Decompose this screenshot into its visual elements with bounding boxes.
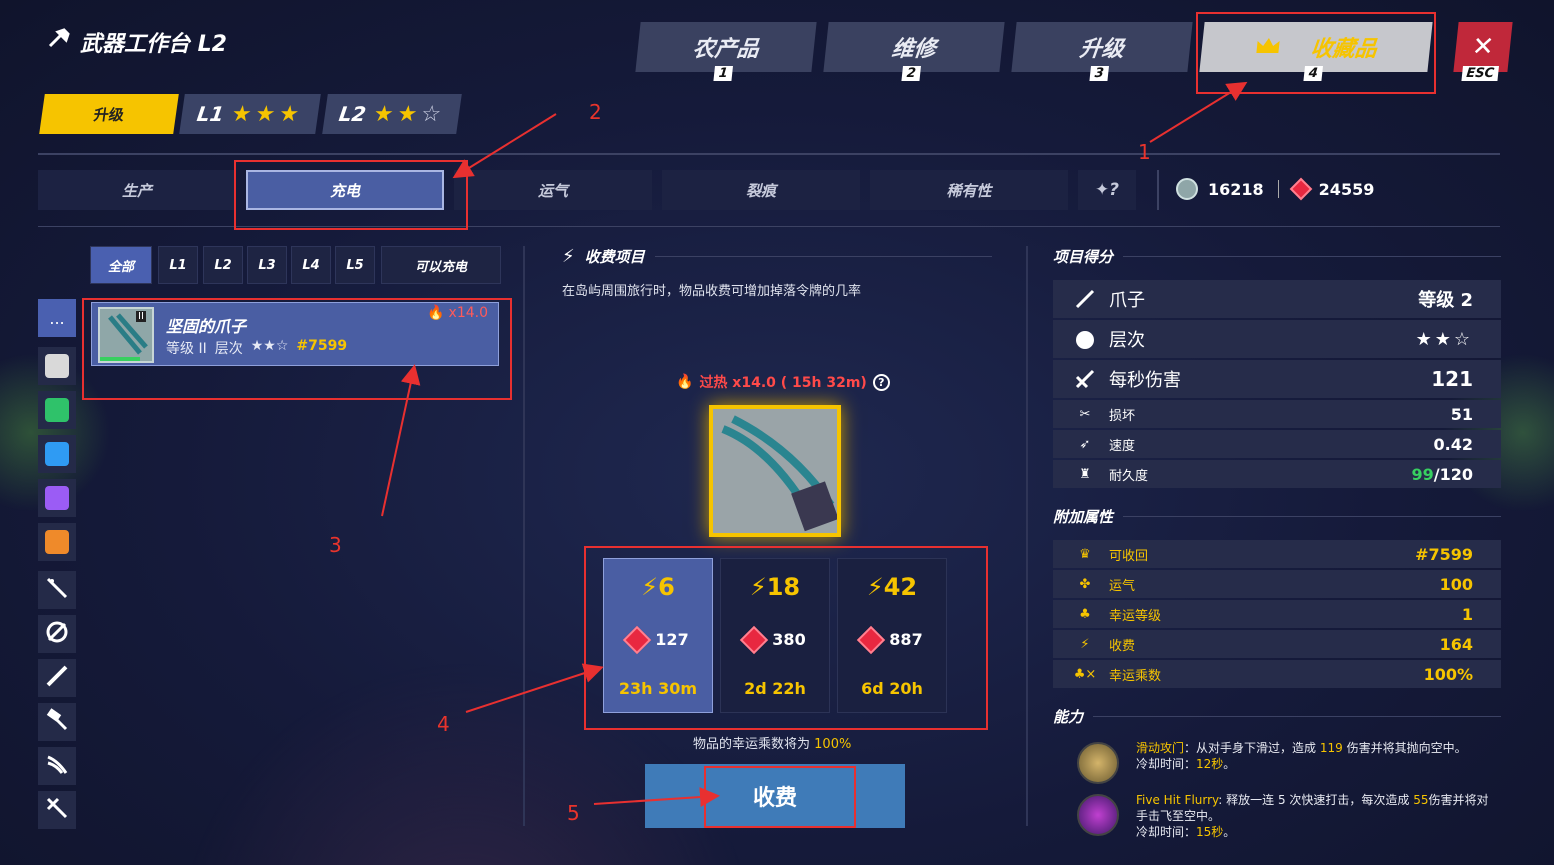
annotation-label: 5 xyxy=(567,801,580,825)
annotation-label: 2 xyxy=(589,100,602,124)
annotation-label: 4 xyxy=(437,712,450,736)
annotation-arrows xyxy=(381,81,1248,808)
annotation-label: 1 xyxy=(1138,140,1151,164)
annotation-label: 3 xyxy=(329,533,342,557)
